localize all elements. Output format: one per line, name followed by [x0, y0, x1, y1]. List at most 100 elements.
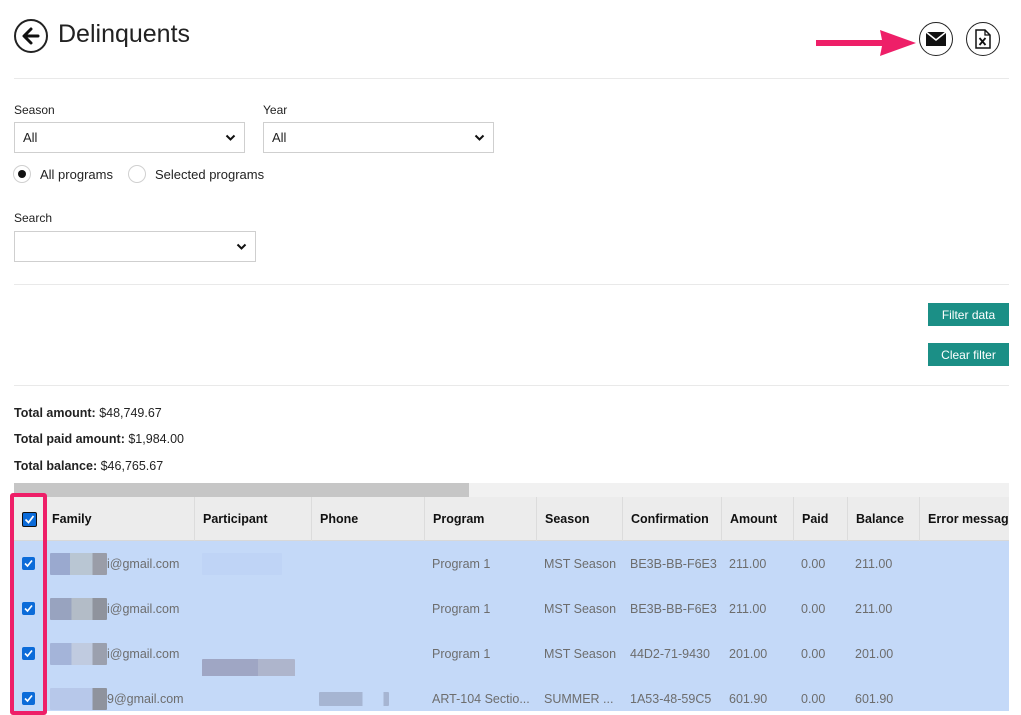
paid-cell: 0.00 [801, 646, 826, 661]
row-select-cell [14, 541, 44, 586]
table-row[interactable]: i@gmail.com Program 1 MST Season BE3B-BB… [14, 541, 1009, 586]
radio-all-programs[interactable]: All programs [13, 165, 113, 183]
amount-cell: 201.00 [729, 646, 768, 661]
table-header: Family Participant Phone Program Season … [14, 497, 1009, 541]
redacted-block [202, 659, 295, 676]
confirmation-cell: BE3B-BB-F6E3 [630, 556, 717, 571]
column-header-balance[interactable]: Balance [847, 497, 919, 541]
participant-cell [194, 631, 311, 676]
total-amount: Total amount: $48,749.67 [14, 406, 162, 420]
phone-cell [311, 541, 424, 586]
row-checkbox[interactable] [22, 557, 35, 570]
error-message-cell [919, 631, 1009, 676]
phone-cell [311, 586, 424, 631]
redacted-block [50, 552, 107, 575]
filter-data-button[interactable]: Filter data [928, 303, 1009, 326]
radio-selected-programs[interactable]: Selected programs [128, 165, 264, 183]
total-amount-value: $48,749.67 [99, 406, 162, 420]
year-label: Year [263, 103, 288, 117]
redacted-block [50, 597, 107, 620]
column-header-paid[interactable]: Paid [793, 497, 847, 541]
column-header-phone[interactable]: Phone [311, 497, 424, 541]
scrollbar-thumb[interactable] [14, 483, 469, 497]
row-checkbox[interactable] [22, 647, 35, 660]
table-row[interactable]: i@gmail.com Program 1 MST Season 44D2-71… [14, 631, 1009, 676]
total-paid-label: Total paid amount: [14, 432, 125, 446]
confirmation-cell: 1A53-48-59C5 [630, 691, 712, 706]
total-balance: Total balance: $46,765.67 [14, 459, 163, 473]
column-header-season[interactable]: Season [536, 497, 622, 541]
redacted-block [50, 687, 107, 710]
pointer-arrow-annotation [816, 30, 916, 56]
checkmark-icon [24, 694, 33, 703]
arrow-left-icon [22, 27, 40, 45]
family-cell: 9@gmail.com [44, 676, 194, 711]
search-label: Search [14, 211, 53, 225]
row-checkbox[interactable] [22, 602, 35, 615]
confirmation-cell: BE3B-BB-F6E3 [630, 601, 717, 616]
redacted-block [319, 691, 389, 706]
family-cell: i@gmail.com [44, 586, 194, 631]
year-select[interactable]: All [263, 122, 494, 153]
radio-checked [13, 165, 31, 183]
program-cell: ART-104 Sectio... [432, 691, 530, 706]
family-email: 9@gmail.com [107, 691, 184, 706]
delinquents-table: Family Participant Phone Program Season … [14, 497, 1009, 711]
amount-cell: 601.90 [729, 691, 768, 706]
checkmark-icon [24, 559, 33, 568]
season-select-value: All [23, 130, 38, 145]
search-select[interactable] [14, 231, 256, 262]
divider [14, 284, 1009, 285]
balance-cell: 601.90 [855, 691, 894, 706]
family-cell: i@gmail.com [44, 541, 194, 586]
excel-file-icon [975, 29, 991, 49]
row-select-cell [14, 631, 44, 676]
family-email: i@gmail.com [107, 556, 180, 571]
select-all-checkbox[interactable] [22, 511, 37, 527]
season-label: Season [14, 103, 55, 117]
radio-all-programs-label: All programs [40, 166, 113, 182]
column-header-confirmation[interactable]: Confirmation [622, 497, 721, 541]
envelope-icon [926, 32, 946, 46]
column-header-amount[interactable]: Amount [721, 497, 793, 541]
participant-cell [194, 676, 311, 711]
season-cell: MST Season [544, 646, 617, 661]
program-cell: Program 1 [432, 556, 491, 571]
paid-cell: 0.00 [801, 601, 826, 616]
table-row[interactable]: 9@gmail.com ART-104 Sectio... SUMMER ...… [14, 676, 1009, 711]
paid-cell: 0.00 [801, 691, 826, 706]
balance-cell: 211.00 [855, 601, 893, 616]
column-header-error-message[interactable]: Error message [919, 497, 1009, 541]
column-header-participant[interactable]: Participant [194, 497, 311, 541]
horizontal-scrollbar[interactable] [14, 483, 1009, 497]
year-select-value: All [272, 130, 287, 145]
error-message-cell [919, 541, 1009, 586]
radio-unchecked [128, 165, 146, 183]
email-button[interactable] [919, 22, 953, 56]
checkmark-icon [24, 514, 35, 524]
confirmation-cell: 44D2-71-9430 [630, 646, 710, 661]
phone-cell [311, 631, 424, 676]
redacted-block [50, 642, 107, 665]
checkmark-icon [24, 649, 33, 658]
column-header-family[interactable]: Family [44, 497, 194, 541]
error-message-cell [919, 676, 1009, 711]
clear-filter-button[interactable]: Clear filter [928, 343, 1009, 366]
table-row[interactable]: i@gmail.com Program 1 MST Season BE3B-BB… [14, 586, 1009, 631]
chevron-down-icon [236, 243, 247, 250]
row-select-cell [14, 586, 44, 631]
amount-cell: 211.00 [729, 556, 767, 571]
column-header-program[interactable]: Program [424, 497, 536, 541]
phone-cell [311, 676, 424, 711]
season-cell: MST Season [544, 556, 617, 571]
row-checkbox[interactable] [22, 692, 35, 705]
total-amount-label: Total amount: [14, 406, 96, 420]
season-cell: MST Season [544, 601, 617, 616]
balance-cell: 201.00 [855, 646, 894, 661]
season-select[interactable]: All [14, 122, 245, 153]
back-button[interactable] [14, 19, 48, 53]
total-balance-label: Total balance: [14, 459, 98, 473]
table-body: i@gmail.com Program 1 MST Season BE3B-BB… [14, 541, 1009, 711]
participant-cell [194, 541, 311, 586]
export-excel-button[interactable] [966, 22, 1000, 56]
